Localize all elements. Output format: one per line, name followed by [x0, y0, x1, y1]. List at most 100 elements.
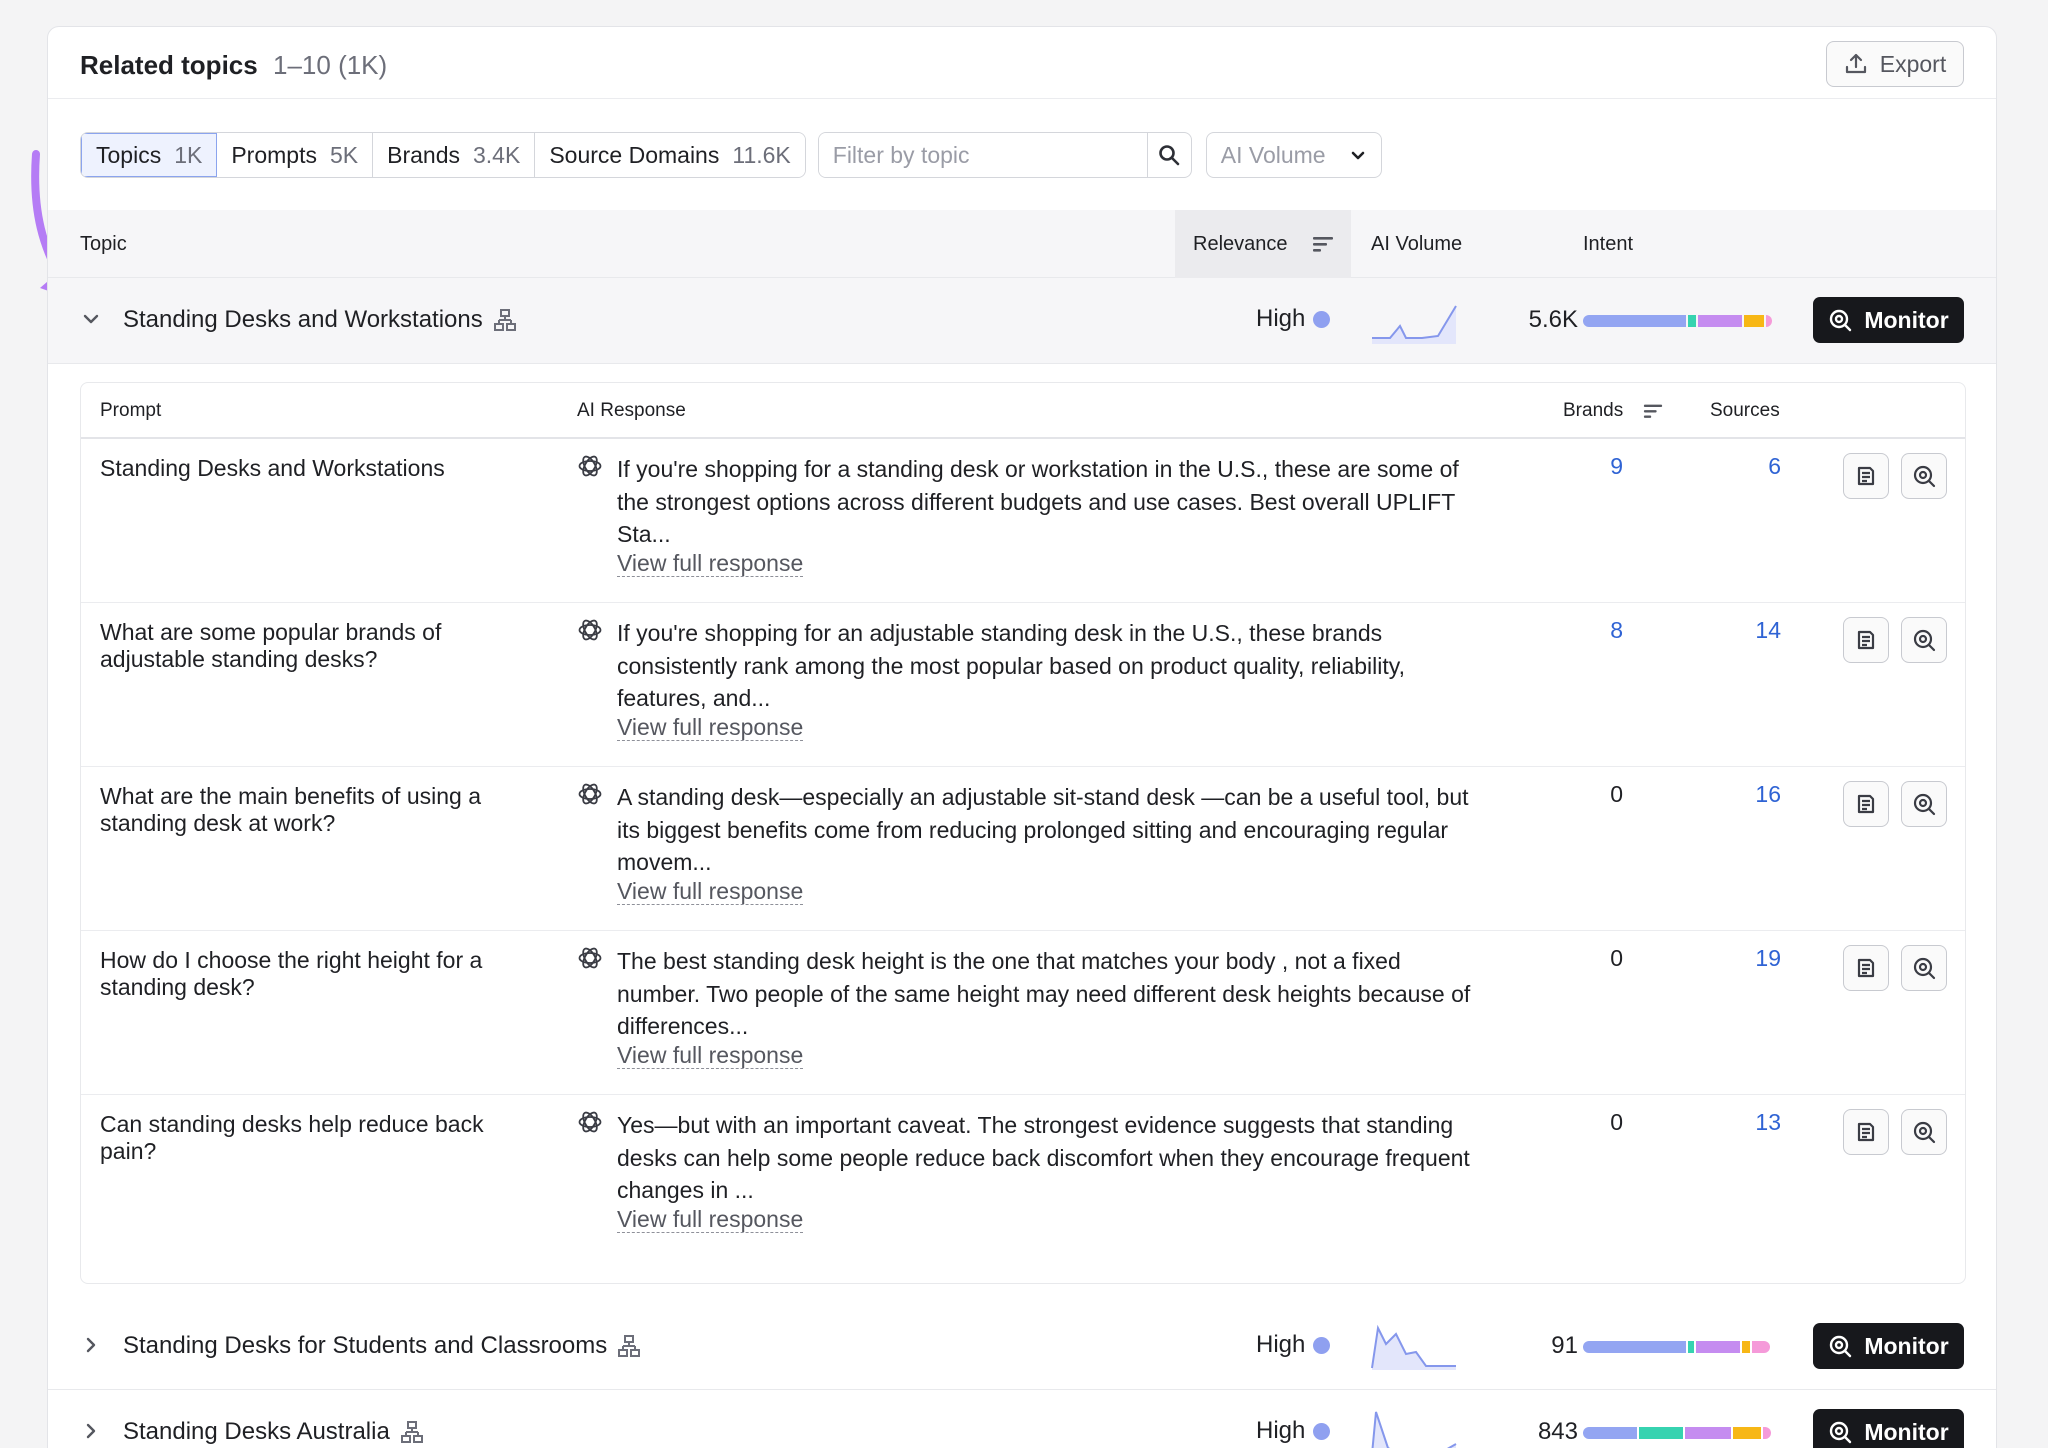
intent-bar [1583, 315, 1773, 327]
export-icon [1845, 53, 1866, 74]
topic-row[interactable]: Standing Desks for Students and Classroo… [48, 1304, 1996, 1390]
view-full-response-link[interactable]: View full response [617, 1206, 804, 1233]
chatgpt-icon [578, 947, 602, 969]
ai-response-text: A standing desk—especially an adjustable… [617, 784, 1469, 875]
view-response-button[interactable] [1843, 1109, 1889, 1155]
view-response-button[interactable] [1843, 453, 1889, 499]
view-tabs: Topics 1K Prompts 5K Brands 3.4K Source … [80, 132, 806, 178]
expand-toggle[interactable] [80, 1420, 102, 1442]
view-full-response-link[interactable]: View full response [617, 1042, 804, 1069]
panel-title: Related topics [80, 50, 258, 80]
brands-count: 0 [1610, 781, 1623, 807]
tab-topics[interactable]: Topics 1K [80, 133, 219, 177]
relevance-label: High [1256, 1417, 1306, 1444]
column-brands[interactable]: Brands [1563, 400, 1663, 422]
analyze-prompt-button[interactable] [1901, 453, 1947, 499]
dropdown-label: AI Volume [1220, 141, 1326, 168]
relevance-dot [1313, 310, 1331, 328]
relevance-label: High [1256, 1331, 1306, 1358]
prompt-text: Standing Desks and Workstations [100, 455, 445, 481]
chatgpt-badge [577, 1109, 603, 1140]
sources-count[interactable]: 13 [1721, 1109, 1781, 1136]
filter-input[interactable] [818, 133, 1147, 177]
view-response-button[interactable] [1843, 617, 1889, 663]
prompt-row: What are the main benefits of using a st… [81, 767, 1965, 931]
prompt-row: How do I choose the right height for a s… [81, 931, 1965, 1095]
column-relevance[interactable]: Relevance [1175, 210, 1351, 278]
view-full-response-link[interactable]: View full response [617, 714, 804, 741]
analyze-search-icon [1913, 793, 1936, 816]
hierarchy-icon[interactable] [617, 1334, 641, 1358]
ai-response-text: If you're shopping for an adjustable sta… [617, 620, 1405, 711]
prompt-row: Can standing desks help reduce back pain… [81, 1095, 1965, 1259]
intent-bar [1583, 1427, 1773, 1439]
sources-count[interactable]: 14 [1721, 617, 1781, 644]
analyze-prompt-button[interactable] [1901, 617, 1947, 663]
expand-toggle[interactable] [80, 1334, 102, 1356]
chevron-right-icon [86, 1337, 96, 1353]
topic-row[interactable]: Standing Desks Australia High 843 Monito… [48, 1390, 1996, 1448]
sort-icon [1644, 404, 1663, 418]
monitor-label: Monitor [1864, 1332, 1949, 1359]
intent-segment [1766, 315, 1772, 327]
prompt-text: What are the main benefits of using a st… [100, 783, 481, 836]
sources-count[interactable]: 19 [1721, 945, 1781, 972]
relevance-dot [1313, 1422, 1331, 1440]
intent-segment [1744, 315, 1764, 327]
hierarchy-icon[interactable] [400, 1420, 424, 1444]
view-full-response-link[interactable]: View full response [617, 878, 804, 905]
view-full-response-link[interactable]: View full response [617, 550, 804, 577]
column-ai-volume: AI Volume [1371, 232, 1463, 255]
analyze-search-icon [1913, 1121, 1936, 1144]
response-document-icon [1857, 466, 1875, 486]
monitor-button[interactable]: Monitor [1813, 297, 1964, 343]
chatgpt-icon [578, 455, 602, 477]
sources-count[interactable]: 6 [1721, 453, 1781, 480]
tab-brands[interactable]: Brands 3.4K [373, 133, 536, 177]
hierarchy-icon[interactable] [493, 308, 517, 332]
monitor-button[interactable]: Monitor [1813, 1323, 1964, 1369]
export-button[interactable]: Export [1826, 41, 1964, 87]
sources-count[interactable]: 16 [1721, 781, 1781, 808]
topic-row[interactable]: Standing Desks and Workstations High 5.6… [48, 278, 1996, 364]
brands-count[interactable]: 8 [1563, 617, 1623, 644]
tab-source-domains[interactable]: Source Domains 11.6K [535, 133, 805, 177]
ai-volume-value: 91 [1551, 1332, 1578, 1359]
intent-segment [1752, 1341, 1770, 1353]
tab-prompts[interactable]: Prompts 5K [217, 133, 374, 177]
ai-volume-dropdown[interactable]: AI Volume [1205, 132, 1382, 178]
monitor-search-icon [1830, 1335, 1852, 1358]
relevance-label: High [1256, 305, 1306, 332]
view-response-button[interactable] [1843, 781, 1889, 827]
analyze-prompt-button[interactable] [1901, 1109, 1947, 1155]
intent-segment [1698, 315, 1742, 327]
brands-count: 0 [1610, 945, 1623, 971]
analyze-prompt-button[interactable] [1901, 781, 1947, 827]
analyze-prompt-button[interactable] [1901, 945, 1947, 991]
relevance-value: High [1256, 1417, 1331, 1445]
response-document-icon [1857, 1122, 1875, 1142]
collapse-toggle[interactable] [80, 308, 102, 330]
intent-segment [1583, 315, 1686, 327]
prompt-text: How do I choose the right height for a s… [100, 947, 483, 1000]
brands-count: 0 [1610, 1109, 1623, 1135]
search-button[interactable] [1146, 133, 1191, 177]
monitor-button[interactable]: Monitor [1813, 1409, 1964, 1448]
topic-name: Standing Desks Australia [123, 1418, 424, 1446]
view-response-button[interactable] [1843, 945, 1889, 991]
search-icon [1159, 145, 1180, 166]
panel-header: Related topics 1–10 (1K) Export [48, 27, 1996, 99]
prompts-subtable: Prompt AI Response Brands Sources Standi… [80, 382, 1966, 1284]
intent-segment [1696, 1341, 1740, 1353]
tab-count: 3.4K [473, 141, 521, 168]
chatgpt-icon [578, 619, 602, 641]
brands-count[interactable]: 9 [1563, 453, 1623, 480]
response-document-icon [1857, 630, 1875, 650]
toolbar: Topics 1K Prompts 5K Brands 3.4K Source … [80, 132, 1382, 178]
topic-label: Standing Desks and Workstations [123, 306, 483, 333]
results-range: 1–10 (1K) [273, 50, 388, 80]
column-topic: Topic [80, 232, 127, 255]
response-document-icon [1857, 958, 1875, 978]
prompt-row: Standing Desks and Workstations If you're… [81, 439, 1965, 603]
tab-count: 1K [174, 141, 203, 168]
